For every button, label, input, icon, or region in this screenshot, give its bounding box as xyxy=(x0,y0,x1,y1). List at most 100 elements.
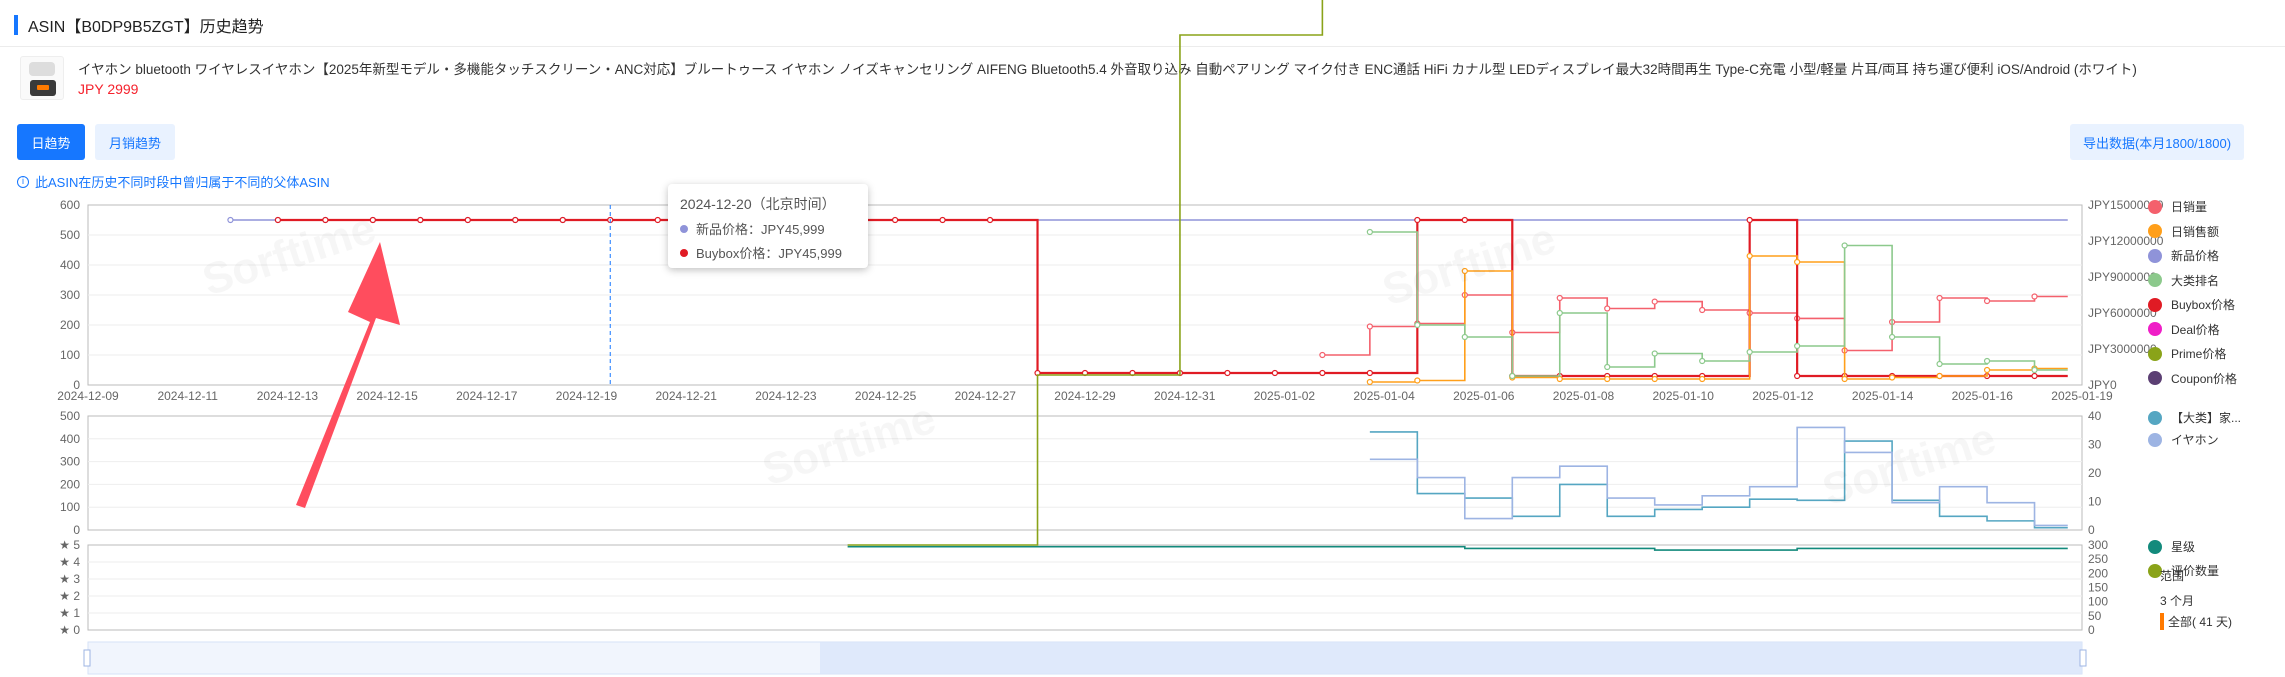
series-point xyxy=(1461,216,1468,224)
x-tick-label: 2025-01-02 xyxy=(1254,389,1316,403)
page-root: ASIN【B0DP9B5ZGT】历史趋势 イヤホン bluetooth ワイヤレ… xyxy=(0,0,2285,677)
y-right-tick-label: 0 xyxy=(2088,623,2095,637)
legend-item[interactable]: Prime价格 xyxy=(2148,345,2226,362)
legend-item[interactable]: 【大类】家... xyxy=(2148,409,2241,426)
series-point xyxy=(1461,267,1468,275)
series-point xyxy=(1983,357,1991,365)
x-tick-label: 2025-01-12 xyxy=(1752,389,1814,403)
y-right-tick-label: 300 xyxy=(2088,538,2108,552)
series-point xyxy=(1556,294,1563,302)
series-point xyxy=(1461,333,1468,341)
series-point xyxy=(1414,321,1421,329)
legend-item[interactable]: 日销售额 xyxy=(2148,223,2219,240)
series-point xyxy=(654,216,661,224)
y-right-tick-label: 50 xyxy=(2088,609,2102,623)
legend-item[interactable]: Buybox价格 xyxy=(2148,296,2235,313)
series-point xyxy=(1699,375,1706,383)
y-tick-label: 200 xyxy=(60,477,80,491)
legend-dot-icon xyxy=(2148,273,2162,287)
tooltip-row-new-price: 新品价格：JPY45,999 xyxy=(680,219,856,238)
x-tick-label: 2024-12-11 xyxy=(157,389,218,403)
y-right-tick-label: 0 xyxy=(2088,523,2095,537)
series-point xyxy=(1936,294,1943,302)
x-tick-label: 2025-01-14 xyxy=(1852,389,1914,403)
series-point xyxy=(939,216,946,224)
series-point xyxy=(1319,369,1326,377)
zoom-left-handle xyxy=(83,649,91,667)
legend-item[interactable]: 星级 xyxy=(2148,538,2195,555)
y-tick-label: ★ 1 xyxy=(59,606,80,620)
legend-dot-icon xyxy=(2148,539,2162,554)
legend-label: Coupon价格 xyxy=(2171,371,2238,386)
x-tick-label: 2025-01-08 xyxy=(1553,389,1615,403)
y-right-tick-label: JPY6000000 xyxy=(2088,306,2157,320)
legend-item[interactable]: Deal价格 xyxy=(2148,321,2220,338)
y-tick-label: 300 xyxy=(60,288,80,302)
range-3-months[interactable]: 3 个月 xyxy=(2160,592,2194,609)
legend-item[interactable]: 日销量 xyxy=(2148,198,2207,215)
y-tick-label: ★ 0 xyxy=(59,623,80,637)
series-line xyxy=(277,218,2068,378)
series-point xyxy=(1604,375,1611,383)
series-point xyxy=(1841,375,1848,383)
series-point xyxy=(986,216,994,224)
series-point xyxy=(1841,242,1848,249)
y-tick-label: 500 xyxy=(60,228,80,242)
series-line xyxy=(1369,431,2068,529)
trend-chart-svg[interactable]: 0100200300400500600JPY0JPY3000000JPY6000… xyxy=(0,0,2285,677)
legend-label: イヤホン xyxy=(2171,433,2219,447)
series-point xyxy=(1604,305,1611,312)
x-tick-label: 2024-12-31 xyxy=(1154,389,1216,403)
x-tick-label: 2025-01-04 xyxy=(1353,389,1415,403)
legend-item[interactable]: イヤホン xyxy=(2148,431,2219,448)
y-tick-label: 400 xyxy=(60,432,80,446)
series-point xyxy=(1366,228,1373,236)
series-point xyxy=(1936,360,1943,368)
legend-label: 星级 xyxy=(2171,540,2196,554)
series-point xyxy=(1746,252,1753,260)
x-tick-label: 2025-01-10 xyxy=(1653,389,1715,403)
legend-dot-icon xyxy=(2148,432,2162,447)
series-point xyxy=(1699,357,1706,365)
series-point xyxy=(1794,258,1801,266)
legend-item[interactable]: 新品价格 xyxy=(2148,247,2219,264)
series-point xyxy=(512,216,519,224)
annotation-arrow xyxy=(296,242,400,508)
y-right-tick-label: 40 xyxy=(2088,409,2102,423)
y-tick-label: 600 xyxy=(60,198,80,212)
x-tick-label: 2025-01-06 xyxy=(1453,389,1515,403)
y-tick-label: ★ 2 xyxy=(59,589,80,603)
series-point xyxy=(1983,366,1991,374)
series-point xyxy=(322,216,329,224)
y-tick-label: ★ 4 xyxy=(59,555,80,569)
y-right-tick-label: JPY3000000 xyxy=(2088,342,2157,356)
range-all[interactable]: 全部( 41 天) xyxy=(2160,613,2232,630)
chart-tooltip: 2024-12-20（北京时间） 新品价格：JPY45,999 Buybox价格… xyxy=(668,184,868,268)
series-point xyxy=(1604,363,1611,371)
series-point xyxy=(2031,293,2038,300)
series-point xyxy=(1556,375,1563,383)
y-tick-label: 400 xyxy=(60,258,80,272)
series-point xyxy=(274,216,282,224)
y-tick-label: 100 xyxy=(60,500,80,514)
tooltip-new-price: 新品价格：JPY45,999 xyxy=(696,222,825,237)
series-point xyxy=(1651,350,1658,357)
series-point xyxy=(1746,348,1753,356)
y-tick-label: ★ 5 xyxy=(59,538,80,552)
legend-item[interactable]: Coupon价格 xyxy=(2148,370,2237,387)
legend-item[interactable]: 大类排名 xyxy=(2148,272,2219,289)
y-right-tick-label: 150 xyxy=(2088,581,2108,595)
series-point xyxy=(1224,369,1231,377)
legend-label: 日销售额 xyxy=(2171,224,2220,239)
legend-dot-icon xyxy=(2148,199,2162,214)
x-tick-label: 2024-12-27 xyxy=(955,389,1017,403)
x-tick-label: 2024-12-09 xyxy=(57,389,119,403)
tooltip-date: 2024-12-20（北京时间） xyxy=(680,196,836,212)
series-point xyxy=(891,216,899,224)
series-point xyxy=(1271,369,1279,377)
x-tick-label: 2024-12-29 xyxy=(1054,389,1116,403)
series-line xyxy=(847,545,2068,551)
series-point xyxy=(1414,216,1421,224)
y-tick-label: 200 xyxy=(60,318,80,332)
series-line xyxy=(1369,426,2068,527)
